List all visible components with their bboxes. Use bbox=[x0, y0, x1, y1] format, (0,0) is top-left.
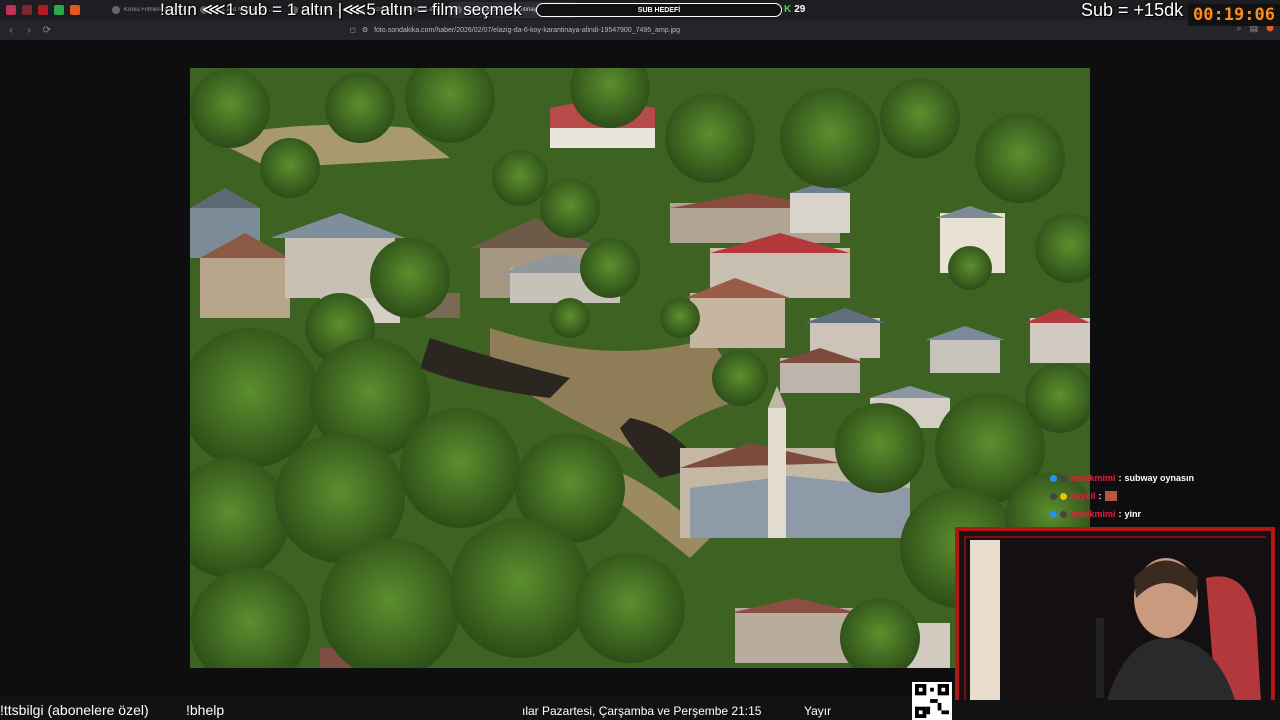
app-icon bbox=[6, 5, 16, 15]
tab-favicon-icon bbox=[112, 6, 120, 14]
address-bar[interactable]: ◻ ⚙ foto.sondakika.com/haber/2026/02/07/… bbox=[350, 23, 910, 37]
badge-icon bbox=[1060, 474, 1067, 482]
bottom-ticker: !ttsbilgi (abonelere özel) !bhelp ılar P… bbox=[0, 700, 1280, 720]
streamer-silhouette bbox=[966, 538, 1268, 703]
sub-counter: K 29 bbox=[784, 4, 805, 15]
chat-username: baykil bbox=[1070, 491, 1096, 501]
kick-icon: K bbox=[784, 4, 792, 15]
qr-icon bbox=[915, 684, 949, 718]
ticker-schedule: ılar Pazartesi, Çarşamba ve Perşembe 21:… bbox=[522, 704, 762, 718]
badge-icon bbox=[1060, 510, 1067, 518]
altin-command-overlay: !altın ⋘1 sub = 1 altın |⋘5 altın = film… bbox=[160, 0, 522, 19]
chat-username: ordekmimi bbox=[1070, 473, 1116, 483]
sub-goal-bar: SUB HEDEFİ bbox=[536, 3, 782, 17]
sub-bonus-text: Sub = +15dk bbox=[1081, 0, 1184, 20]
badge-icon bbox=[1050, 492, 1057, 500]
ticker-right: Yayır bbox=[804, 704, 832, 718]
chat-message: baykil : bbox=[1050, 487, 1280, 505]
app-icon bbox=[22, 5, 32, 15]
ticker-ttsbilgi: !ttsbilgi (abonelere özel) bbox=[0, 702, 149, 718]
badge-icon bbox=[1050, 510, 1057, 518]
badge-icon bbox=[1060, 492, 1067, 500]
window-icons bbox=[0, 5, 86, 15]
webcam-feed bbox=[964, 536, 1268, 703]
chat-username: ordekmimi bbox=[1070, 509, 1116, 519]
reload-icon[interactable]: ⟳ bbox=[40, 23, 54, 37]
stream-screen: Korku Filmleri Sözlüğü Dark and Mysteriou… bbox=[0, 0, 1280, 720]
site-info-icon[interactable]: ⚙ bbox=[362, 26, 368, 34]
chat-text: subway oynasın bbox=[1124, 473, 1195, 483]
browser-toolbar: ‹ › ⟳ ◻ ⚙ foto.sondakika.com/haber/2026/… bbox=[0, 20, 1280, 40]
chat-overlay: ordekmimi : subway oynasın baykil : orde… bbox=[1050, 469, 1280, 523]
back-icon[interactable]: ‹ bbox=[4, 23, 18, 37]
qr-code bbox=[912, 682, 952, 720]
app-icon bbox=[70, 5, 80, 15]
chat-message: ordekmimi : yinr bbox=[1050, 505, 1280, 523]
emote-icon bbox=[1104, 491, 1117, 501]
bookmark-icon[interactable]: ◻ bbox=[350, 26, 356, 34]
url-text: foto.sondakika.com/haber/2026/02/07/elaz… bbox=[374, 26, 680, 34]
webcam-frame bbox=[955, 527, 1275, 712]
sub-goal-label: SUB HEDEFİ bbox=[637, 6, 681, 14]
forward-icon[interactable]: › bbox=[22, 23, 36, 37]
app-icon bbox=[38, 5, 48, 15]
app-icon bbox=[54, 5, 64, 15]
badge-icon bbox=[1050, 474, 1057, 482]
chat-message: ordekmimi : subway oynasın bbox=[1050, 469, 1280, 487]
sub-count-value: 29 bbox=[794, 4, 806, 15]
ticker-help: !bhelp bbox=[186, 702, 225, 718]
stream-timer: 00:19:06 bbox=[1188, 4, 1280, 26]
chat-text: yinr bbox=[1124, 509, 1142, 519]
